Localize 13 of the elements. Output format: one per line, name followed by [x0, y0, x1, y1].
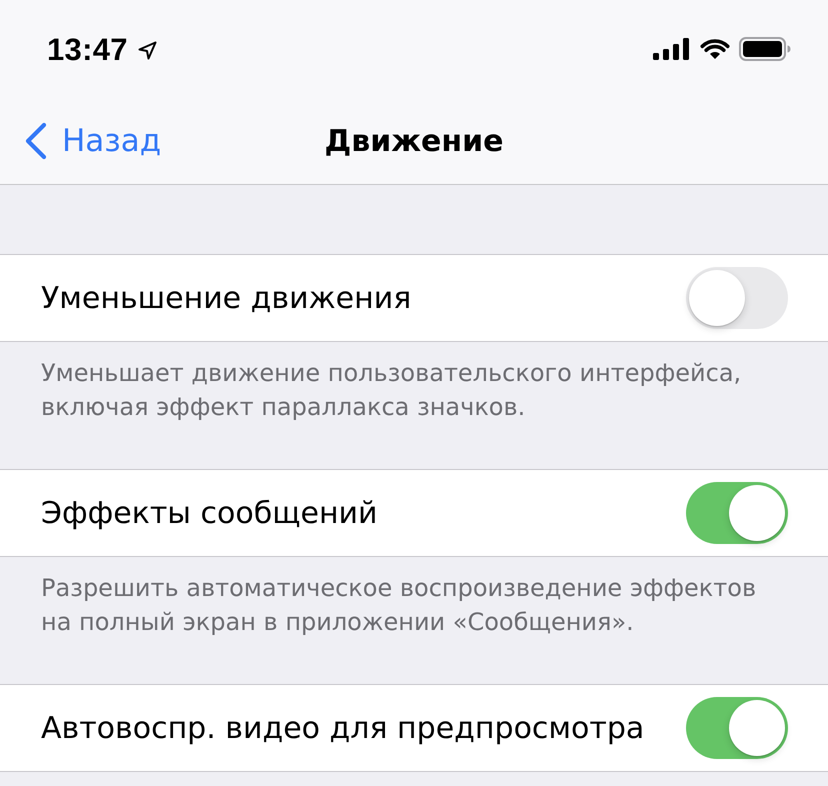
screen-title: Движение — [324, 124, 504, 158]
location-arrow-icon — [138, 40, 157, 60]
wifi-icon — [699, 38, 731, 60]
chevron-left-icon — [24, 122, 48, 160]
signal-icon — [653, 38, 689, 60]
status-time: 13:47 — [47, 34, 128, 64]
setting-label: Эффекты сообщений — [41, 496, 379, 530]
setting-label: Уменьшение движения — [41, 280, 412, 316]
setting-label: Автовоспр. видео для предпросмотра — [41, 710, 646, 746]
footer-note: Разрешить автоматическое воспроизведение эффектов на полный экран в приложении «Сообщения». — [40, 573, 758, 638]
battery-icon — [739, 37, 791, 61]
back-button[interactable]: Назад — [0, 117, 168, 165]
footer-note: Уменьшает движение пользовательского интерфейса, включая эффект параллакса значков. — [40, 358, 742, 423]
